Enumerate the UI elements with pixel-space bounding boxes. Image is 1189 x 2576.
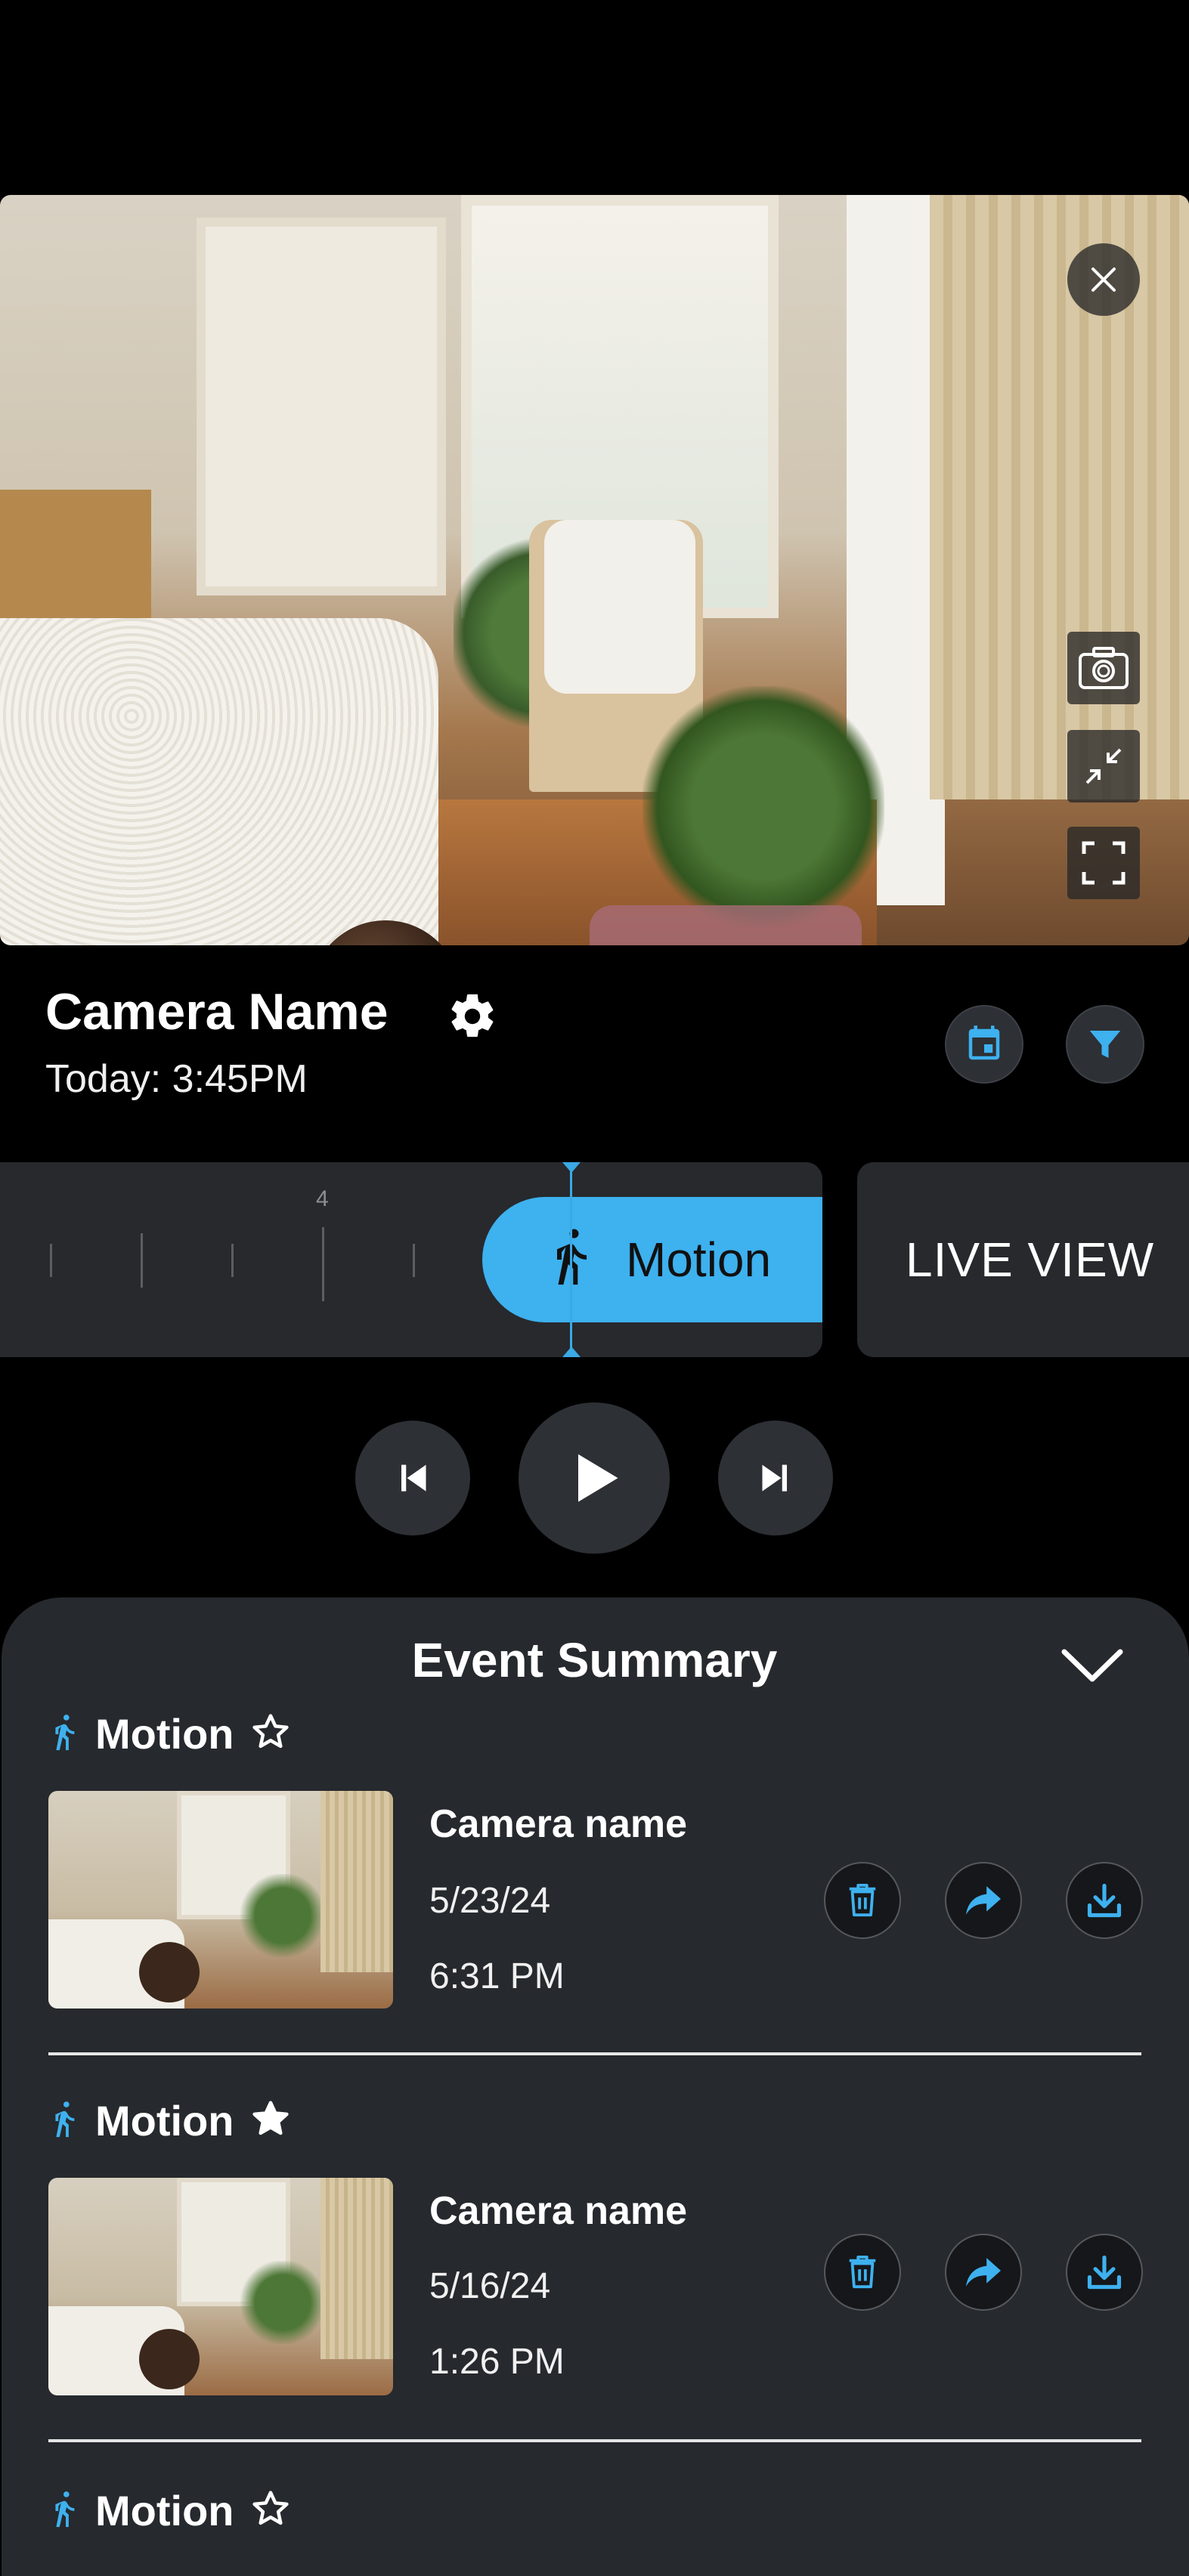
event-type: Motion <box>95 2097 234 2145</box>
event-camera-name: Camera name <box>429 2189 688 2233</box>
event-camera-name: Camera name <box>429 1802 688 1846</box>
gear-icon <box>451 994 494 1038</box>
timeline-motion-label: Motion <box>626 1232 772 1287</box>
calendar-button[interactable] <box>945 1005 1023 1084</box>
calendar-icon <box>968 1025 1000 1060</box>
live-view-button[interactable]: LIVE VIEW <box>857 1162 1189 1357</box>
event-date: 5/16/24 <box>429 2266 551 2306</box>
event-type: Motion <box>95 1710 234 1758</box>
filter-button[interactable] <box>1066 1005 1144 1084</box>
scene-rug <box>590 905 862 945</box>
minimize-button[interactable] <box>1067 730 1140 802</box>
download-event-button[interactable] <box>1066 2234 1143 2311</box>
camera-video-feed[interactable] <box>0 195 1189 945</box>
delete-event-button[interactable] <box>824 2234 901 2311</box>
trash-icon <box>849 1883 876 1917</box>
playhead-top-marker <box>562 1162 581 1173</box>
running-person-icon <box>55 2101 75 2137</box>
event-date: 5/23/24 <box>429 1881 551 1921</box>
running-person-icon <box>557 1229 587 1285</box>
event-type: Motion <box>95 2487 234 2534</box>
download-icon <box>1087 1883 1122 1918</box>
skip-next-icon <box>762 1464 787 1492</box>
skip-previous-button[interactable] <box>355 1421 470 1535</box>
favorite-toggle[interactable] <box>250 1712 291 1756</box>
timeline-tick-major <box>322 1227 324 1301</box>
skip-next-button[interactable] <box>718 1421 833 1535</box>
timeline-tick-label: 4 <box>316 1186 329 1211</box>
scene-plant-large <box>642 686 884 928</box>
star-outline-icon <box>252 2491 290 2525</box>
close-icon <box>1091 267 1116 292</box>
share-event-button[interactable] <box>945 1862 1022 1939</box>
camera-snapshot-icon <box>1079 647 1129 689</box>
event-thumbnail[interactable] <box>48 2178 393 2395</box>
timeline-tick <box>231 1244 234 1277</box>
scene-window-left <box>197 218 446 595</box>
event-divider <box>48 2439 1141 2442</box>
running-person-icon <box>55 1714 75 1750</box>
close-button[interactable] <box>1067 243 1140 316</box>
play-button[interactable] <box>519 1402 670 1554</box>
play-icon <box>578 1454 618 1502</box>
event-divider <box>48 2052 1141 2055</box>
event-time: 1:26 PM <box>429 2342 565 2382</box>
share-icon <box>966 1886 1001 1915</box>
chevron-down-icon <box>1061 1649 1123 1682</box>
star-outline-icon <box>252 1714 290 1749</box>
fullscreen-icon <box>1082 841 1126 885</box>
minimize-icon <box>1085 748 1122 784</box>
fullscreen-button[interactable] <box>1067 827 1140 899</box>
running-person-icon <box>55 2491 75 2527</box>
favorite-toggle[interactable] <box>250 2098 291 2143</box>
settings-button[interactable] <box>446 990 499 1043</box>
scene-bed <box>0 618 438 945</box>
download-event-button[interactable] <box>1066 1862 1143 1939</box>
timeline-tick <box>141 1233 143 1288</box>
share-event-button[interactable] <box>945 2234 1022 2311</box>
event-header: Motion <box>45 1709 291 1758</box>
event-header: Motion <box>45 2486 291 2535</box>
event-timeline[interactable]: 4 Motion <box>0 1162 822 1357</box>
trash-icon <box>849 2255 876 2289</box>
favorite-toggle[interactable] <box>250 2488 291 2533</box>
timeline-tick <box>50 1244 52 1277</box>
skip-previous-icon <box>401 1464 426 1492</box>
event-time: 6:31 PM <box>429 1956 565 1996</box>
star-filled-icon <box>252 2101 290 2135</box>
event-summary-title: Event Summary <box>411 1633 778 1687</box>
timeline-tick <box>413 1244 415 1277</box>
share-icon <box>966 2258 1001 2287</box>
timeline-motion-event[interactable]: Motion <box>482 1197 822 1322</box>
timeline-playhead[interactable] <box>570 1162 572 1357</box>
event-thumbnail[interactable] <box>48 1791 393 2009</box>
scene-cushion <box>544 520 695 694</box>
camera-timestamp: Today: 3:45PM <box>45 1057 308 1101</box>
camera-name: Camera Name <box>45 983 389 1041</box>
event-header: Motion <box>45 2096 291 2145</box>
delete-event-button[interactable] <box>824 1862 901 1939</box>
collapse-sheet-button[interactable] <box>1058 1646 1126 1687</box>
snapshot-button[interactable] <box>1067 632 1140 704</box>
download-icon <box>1087 2255 1122 2290</box>
playhead-bottom-marker <box>562 1347 581 1357</box>
filter-icon <box>1089 1031 1121 1058</box>
scene-curtain <box>930 195 1189 799</box>
